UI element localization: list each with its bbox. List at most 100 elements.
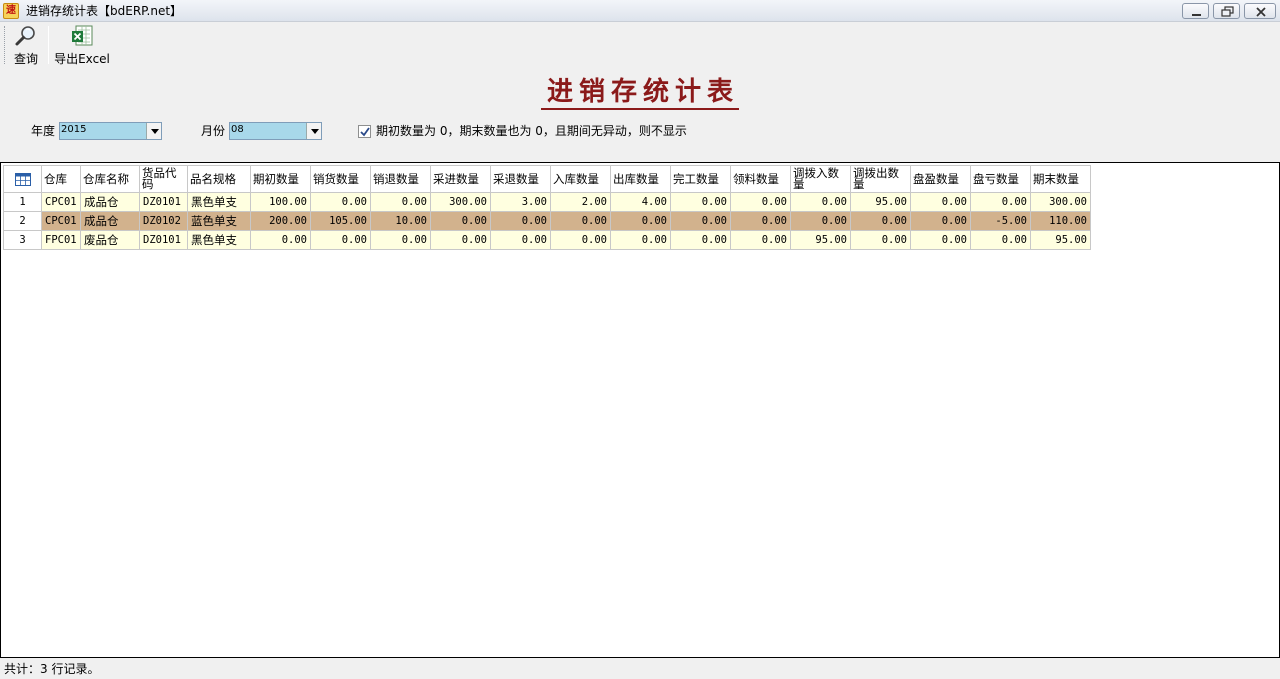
column-header[interactable]: 完工数量: [670, 165, 731, 193]
table-cell[interactable]: 0.00: [970, 230, 1031, 250]
table-cell[interactable]: 0.00: [550, 230, 611, 250]
table-cell[interactable]: -5.00: [970, 211, 1031, 231]
table-cell[interactable]: 3.00: [490, 192, 551, 212]
minimize-button[interactable]: [1182, 3, 1209, 19]
table-row[interactable]: 2 CPC01 成品仓 DZ0102 蓝色单支 200.00 105.00 10.00 0.00…: [3, 211, 1091, 231]
table-cell[interactable]: 95.00: [790, 230, 851, 250]
column-header[interactable]: 出库数量: [610, 165, 671, 193]
hide-zero-label: 期初数量为 0，期末数量也为 0，且期间无异动，则不显示: [376, 124, 687, 138]
month-select[interactable]: 08: [229, 122, 322, 140]
toolbar-separator: [48, 26, 49, 64]
table-cell[interactable]: 蓝色单支: [187, 211, 251, 231]
table-cell[interactable]: 2.00: [550, 192, 611, 212]
column-header[interactable]: 盘盈数量: [910, 165, 971, 193]
column-header[interactable]: 调拨出数量: [850, 165, 911, 193]
column-header[interactable]: 仓库: [41, 165, 81, 193]
table-cell[interactable]: 0.00: [670, 211, 731, 231]
table-cell[interactable]: 300.00: [1030, 192, 1091, 212]
table-cell[interactable]: 0.00: [670, 230, 731, 250]
table-cell[interactable]: 成品仓: [80, 192, 140, 212]
table-cell[interactable]: 0.00: [850, 230, 911, 250]
table-cell[interactable]: CPC01: [41, 211, 81, 231]
table-cell[interactable]: 0.00: [310, 230, 371, 250]
table-cell[interactable]: 95.00: [850, 192, 911, 212]
column-header[interactable]: 期初数量: [250, 165, 311, 193]
table-row[interactable]: 3 FPC01 废品仓 DZ0101 黑色单支 0.00 0.00 0.00 0.00 0.00 0…: [3, 230, 1091, 250]
report-title: 进销存统计表: [540, 77, 739, 110]
year-value: 2015: [61, 124, 87, 135]
table-cell[interactable]: 0.00: [850, 211, 911, 231]
column-header[interactable]: 盘亏数量: [970, 165, 1031, 193]
restore-button[interactable]: [1213, 3, 1240, 19]
table-cell[interactable]: 300.00: [430, 192, 491, 212]
table-row[interactable]: 1 CPC01 成品仓 DZ0101 黑色单支 100.00 0.00 0.00 300.00 3…: [3, 192, 1091, 212]
hide-zero-checkbox[interactable]: [358, 125, 371, 138]
table-cell[interactable]: 0.00: [910, 211, 971, 231]
table-cell[interactable]: 100.00: [250, 192, 311, 212]
report-title-wrapper: 进销存统计表: [0, 77, 1280, 110]
column-header[interactable]: 采退数量: [490, 165, 551, 193]
column-header[interactable]: 销货数量: [310, 165, 371, 193]
title-bar: 速 进销存统计表【bdERP.net】: [0, 0, 1280, 22]
export-excel-label: 导出Excel: [54, 52, 110, 66]
column-header[interactable]: 入库数量: [550, 165, 611, 193]
table-cell[interactable]: 0.00: [970, 192, 1031, 212]
table-cell[interactable]: 0.00: [250, 230, 311, 250]
column-header[interactable]: 销退数量: [370, 165, 431, 193]
grid-corner[interactable]: [3, 165, 42, 193]
table-cell[interactable]: 0.00: [550, 211, 611, 231]
table-cell[interactable]: DZ0101: [139, 192, 188, 212]
year-select[interactable]: 2015: [59, 122, 162, 140]
column-header[interactable]: 领料数量: [730, 165, 791, 193]
table-cell[interactable]: 0.00: [490, 230, 551, 250]
table-cell[interactable]: 0.00: [910, 230, 971, 250]
table-cell[interactable]: 0.00: [790, 211, 851, 231]
table-cell[interactable]: 0.00: [910, 192, 971, 212]
table-cell[interactable]: 10.00: [370, 211, 431, 231]
table-cell[interactable]: 105.00: [310, 211, 371, 231]
column-header[interactable]: 采进数量: [430, 165, 491, 193]
table-cell[interactable]: 黑色单支: [187, 192, 251, 212]
column-header[interactable]: 期末数量: [1030, 165, 1091, 193]
table-cell[interactable]: 0.00: [610, 211, 671, 231]
table-cell[interactable]: 0.00: [670, 192, 731, 212]
table-cell[interactable]: FPC01: [41, 230, 81, 250]
row-number[interactable]: 2: [3, 211, 42, 231]
table-cell[interactable]: 0.00: [730, 230, 791, 250]
table-cell[interactable]: 4.00: [610, 192, 671, 212]
table-cell[interactable]: 0.00: [370, 230, 431, 250]
table-cell[interactable]: DZ0101: [139, 230, 188, 250]
year-label: 年度: [31, 124, 56, 138]
column-header[interactable]: 仓库名称: [80, 165, 140, 193]
table-cell[interactable]: DZ0102: [139, 211, 188, 231]
column-header[interactable]: 调拨入数量: [790, 165, 851, 193]
table-cell[interactable]: 黑色单支: [187, 230, 251, 250]
table-cell[interactable]: 110.00: [1030, 211, 1091, 231]
table-cell[interactable]: 200.00: [250, 211, 311, 231]
export-excel-button[interactable]: 导出Excel: [54, 24, 110, 66]
row-number[interactable]: 3: [3, 230, 42, 250]
month-label: 月份: [201, 124, 226, 138]
chevron-down-icon[interactable]: [146, 123, 161, 139]
table-cell[interactable]: 废品仓: [80, 230, 140, 250]
close-button[interactable]: [1244, 3, 1276, 19]
row-number[interactable]: 1: [3, 192, 42, 212]
query-button[interactable]: 查询: [10, 24, 42, 66]
table-cell[interactable]: 0.00: [430, 230, 491, 250]
table-cell[interactable]: 0.00: [310, 192, 371, 212]
table-cell[interactable]: 0.00: [790, 192, 851, 212]
table-cell[interactable]: 0.00: [430, 211, 491, 231]
magnifier-icon: [15, 26, 35, 46]
column-header[interactable]: 货品代码: [139, 165, 188, 193]
table-cell[interactable]: CPC01: [41, 192, 81, 212]
chevron-down-icon[interactable]: [306, 123, 321, 139]
table-cell[interactable]: 0.00: [730, 211, 791, 231]
table-cell[interactable]: 0.00: [610, 230, 671, 250]
table-cell[interactable]: 成品仓: [80, 211, 140, 231]
table-cell[interactable]: 0.00: [370, 192, 431, 212]
table-cell[interactable]: 95.00: [1030, 230, 1091, 250]
month-value: 08: [231, 124, 244, 135]
table-cell[interactable]: 0.00: [730, 192, 791, 212]
table-cell[interactable]: 0.00: [490, 211, 551, 231]
column-header[interactable]: 品名规格: [187, 165, 251, 193]
